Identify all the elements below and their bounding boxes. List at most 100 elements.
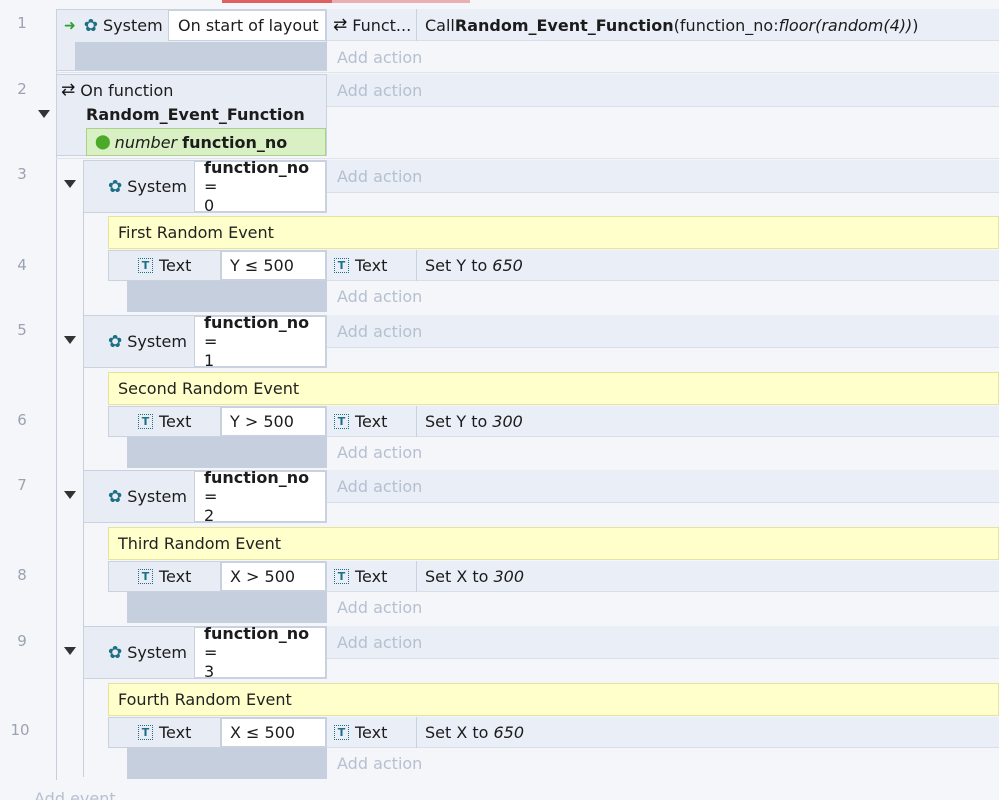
action-function-name: Random_Event_Function (454, 15, 674, 35)
function-parameter[interactable]: ⬤ number function_no (86, 128, 326, 156)
condition-object-label: Text (159, 567, 192, 586)
condition-text[interactable]: Y ≤ 500 (221, 251, 326, 280)
condition-text[interactable]: X > 500 (221, 562, 326, 591)
comment[interactable]: Third Random Event (108, 527, 999, 560)
condition-object[interactable]: T Text (112, 406, 221, 437)
action-object[interactable]: T Text (327, 250, 417, 281)
row-number: 4 (17, 256, 27, 274)
comment[interactable]: First Random Event (108, 216, 999, 249)
condition-object-label: Text (159, 412, 192, 431)
action-value: 650 (493, 723, 525, 742)
condition-text[interactable]: Y > 500 (221, 407, 326, 436)
action-row[interactable] (327, 470, 999, 503)
condition-value: 1 (204, 351, 215, 370)
event-block-base (75, 42, 327, 70)
event-block-base (127, 281, 327, 312)
function-header-label: On function (80, 80, 174, 100)
gear-icon: ✿ (108, 176, 123, 197)
add-action-link[interactable]: Add action (337, 42, 422, 72)
action-row[interactable] (327, 315, 999, 348)
condition-object-label: Text (159, 256, 192, 275)
condition-object[interactable]: ✿ System (108, 470, 194, 523)
row-divider (56, 72, 999, 73)
action-args-close: ) (912, 15, 919, 35)
condition-text[interactable]: X ≤ 500 (221, 718, 326, 747)
row-number: 6 (17, 411, 27, 429)
add-action-link[interactable]: Add action (337, 74, 422, 107)
action-text[interactable]: Set X to 650 (425, 717, 725, 748)
event-block-base (127, 592, 327, 623)
condition-label: Y > 500 (230, 412, 294, 431)
condition-object[interactable]: ✿ System (108, 315, 194, 368)
action-row[interactable] (327, 74, 999, 107)
action-row[interactable] (327, 160, 999, 193)
collapse-triangle-icon[interactable] (64, 491, 76, 499)
loop-icon: ⇄ (61, 80, 76, 100)
add-action-link[interactable]: Add action (337, 748, 422, 779)
add-event-link[interactable]: Add event (34, 788, 116, 800)
event-block-base (127, 437, 327, 468)
row-number: 7 (17, 476, 27, 494)
condition-value: 0 (204, 196, 215, 215)
collapse-triangle-icon[interactable] (64, 647, 76, 655)
action-object[interactable]: T Text (327, 561, 417, 592)
tab-indicator (222, 0, 332, 3)
action-text[interactable]: Call Random_Event_Function (function_no:… (425, 9, 999, 41)
comment[interactable]: Second Random Event (108, 372, 999, 405)
condition-object[interactable]: T Text (112, 717, 221, 748)
add-action-link[interactable]: Add action (337, 592, 422, 623)
action-object[interactable]: ⇄ Funct... (327, 9, 417, 41)
condition-text[interactable]: function_no = 1 (194, 313, 326, 370)
text-object-icon: T (334, 258, 349, 273)
collapse-triangle-icon[interactable] (38, 110, 50, 118)
row-number: 1 (17, 14, 27, 32)
add-action-link[interactable]: Add action (337, 160, 422, 193)
add-action-link[interactable]: Add action (337, 315, 422, 348)
condition-object[interactable]: T Text (112, 250, 221, 281)
condition-object-label: System (127, 643, 187, 662)
add-action-link[interactable]: Add action (337, 437, 422, 468)
event-block-base (127, 748, 327, 779)
pin-icon: ⬤ (95, 134, 111, 150)
condition-object-label: System (127, 332, 187, 351)
condition-text[interactable]: function_no = 3 (194, 624, 326, 681)
row-number: 10 (10, 721, 30, 739)
condition-variable: function_no (204, 624, 310, 643)
function-name: Random_Event_Function (86, 102, 326, 126)
action-text[interactable]: Set Y to 300 (425, 406, 725, 437)
condition-text[interactable]: On start of layout (168, 10, 326, 41)
action-text[interactable]: Set X to 300 (425, 561, 725, 592)
function-name-text: Random_Event_Function (86, 104, 305, 124)
condition-object-label: System (102, 16, 163, 35)
condition-object-label: Text (159, 723, 192, 742)
text-object-icon: T (138, 725, 153, 740)
row-number: 2 (17, 80, 27, 98)
collapse-triangle-icon[interactable] (64, 180, 76, 188)
comment[interactable]: Fourth Random Event (108, 683, 999, 716)
action-object[interactable]: T Text (327, 717, 417, 748)
condition-label: Y ≤ 500 (230, 256, 294, 275)
condition-text[interactable]: function_no = 0 (194, 158, 326, 215)
add-action-link[interactable]: Add action (337, 470, 422, 503)
condition-object[interactable]: ✿ System (108, 626, 194, 679)
condition-text[interactable]: function_no = 2 (194, 468, 326, 525)
gear-icon: ✿ (108, 486, 123, 507)
action-object-label: Text (355, 412, 388, 431)
collapse-triangle-icon[interactable] (64, 336, 76, 344)
condition-value: 3 (204, 662, 215, 681)
action-object[interactable]: T Text (327, 406, 417, 437)
action-object-label: Text (355, 723, 388, 742)
condition-object[interactable]: ✿ System (108, 160, 194, 213)
action-text[interactable]: Set Y to 650 (425, 250, 725, 281)
condition-label: X ≤ 500 (230, 723, 296, 742)
add-action-link[interactable]: Add action (337, 626, 422, 659)
tab-indicator-2 (332, 0, 470, 3)
condition-operator: = (204, 332, 218, 351)
condition-object[interactable]: T Text (112, 561, 221, 592)
action-object-label: Text (355, 567, 388, 586)
text-object-icon: T (138, 414, 153, 429)
row-divider (56, 158, 999, 159)
action-row[interactable] (327, 626, 999, 659)
add-action-link[interactable]: Add action (337, 281, 422, 312)
condition-object[interactable]: ➜ ✿ System (60, 10, 168, 41)
